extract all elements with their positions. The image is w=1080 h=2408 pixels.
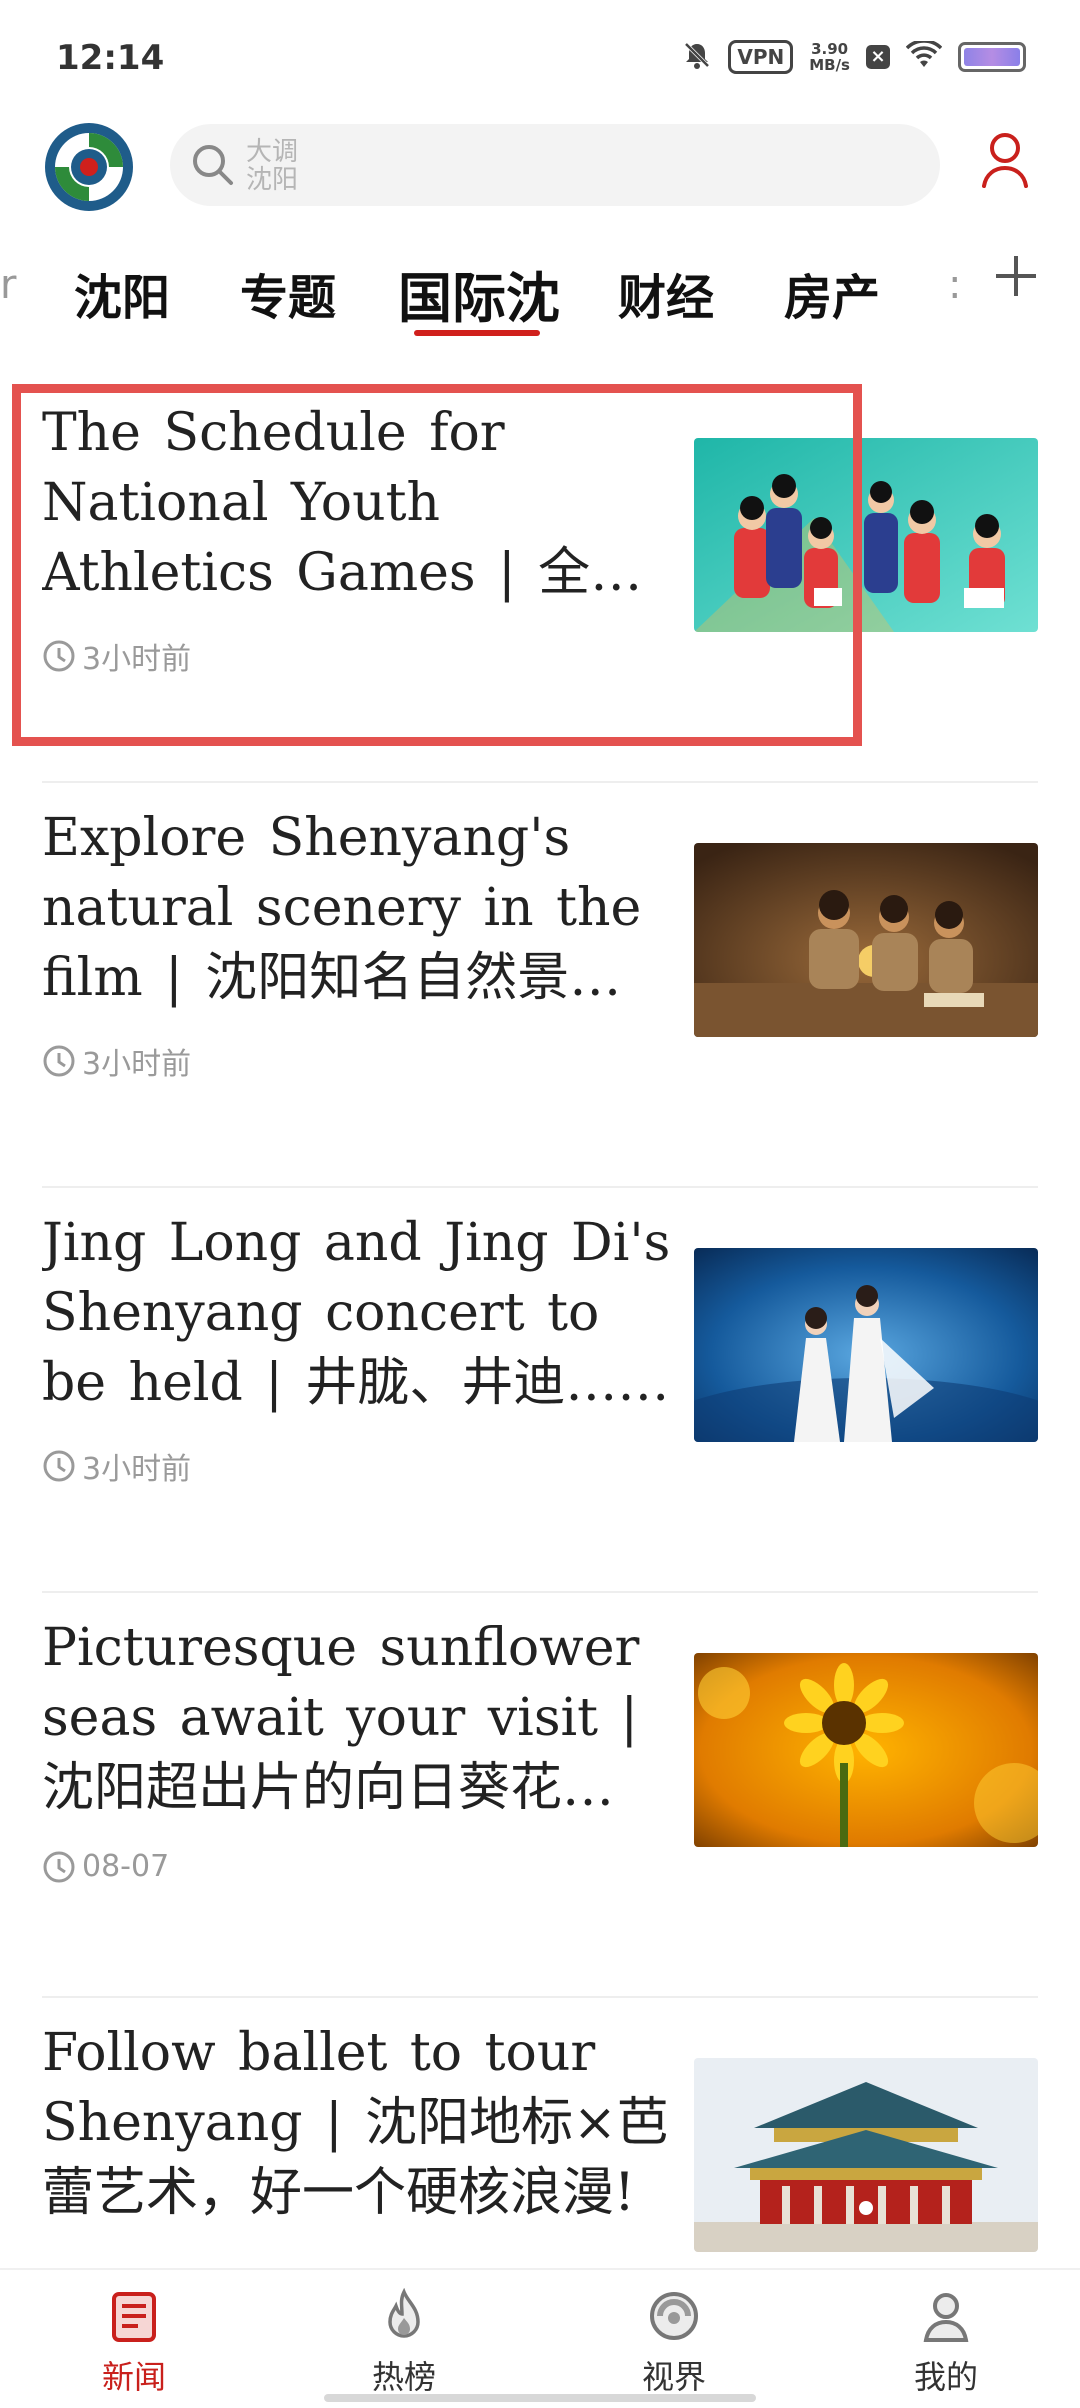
active-tab-indicator (414, 330, 540, 336)
news-item[interactable]: Jing Long and Jing Di's Shenyang concert… (0, 1188, 1080, 1593)
news-icon (112, 2292, 156, 2342)
news-title[interactable]: Explore Shenyang's natural scenery in th… (42, 803, 672, 1013)
nav-vision[interactable]: 视界 (604, 2288, 744, 2398)
bottom-nav: 新闻 热榜 视界 我的 (0, 2268, 1080, 2408)
news-time: 3小时前 (82, 1452, 192, 1487)
nav-label: 热榜 (371, 2358, 436, 2396)
clock-icon (43, 640, 75, 672)
mute-bell-icon (682, 40, 712, 74)
tab-international[interactable]: 国际沈 (398, 254, 560, 333)
status-icons: VPN 3.90 MB/s × (682, 39, 1026, 74)
news-title[interactable]: Follow ballet to tour Shenyang | 沈阳地标×芭蕾… (42, 2018, 672, 2228)
plus-icon[interactable] (990, 250, 1042, 306)
user-icon[interactable] (980, 130, 1030, 194)
nav-label: 我的 (913, 2358, 978, 2396)
nav-profile[interactable]: 我的 (876, 2288, 1016, 2398)
shenyang-logo[interactable] (42, 120, 136, 214)
athletes-photo[interactable] (694, 438, 1038, 632)
status-bar: 12:14 VPN 3.90 MB/s × (0, 0, 1080, 100)
search-icon (190, 142, 236, 192)
nav-label: 视界 (641, 2358, 706, 2396)
notification-x-icon: × (866, 45, 890, 69)
tab-finance[interactable]: 财经 (618, 258, 714, 328)
news-time: 3小时前 (82, 642, 192, 677)
profile-icon (923, 2293, 969, 2342)
flame-icon (388, 2288, 420, 2338)
status-time: 12:14 (56, 38, 165, 78)
home-indicator[interactable] (324, 2394, 756, 2402)
speed-readout: 3.90 MB/s (809, 41, 850, 73)
news-meta: 08-07 (42, 1849, 169, 1884)
clock-icon (43, 1045, 75, 1077)
search-hint-line2: 沈阳 (246, 165, 299, 195)
tab-fragment-right[interactable]: : (948, 262, 961, 308)
tab-fragment-left[interactable]: r (0, 262, 16, 308)
palace-photo[interactable] (694, 2058, 1038, 2252)
news-item[interactable]: The Schedule for National Youth Athletic… (0, 378, 1080, 783)
news-meta: 3小时前 (42, 634, 191, 678)
news-title[interactable]: Jing Long and Jing Di's Shenyang concert… (42, 1208, 672, 1418)
concert-photo[interactable] (694, 1248, 1038, 1442)
clock-icon (43, 1450, 75, 1482)
app-screen: 12:14 VPN 3.90 MB/s × 大调 沈阳 r 沈阳 专题 国际沈 … (0, 0, 1080, 2408)
news-item[interactable]: Picturesque sunflower seas await your vi… (0, 1593, 1080, 1998)
app-header: 大调 沈阳 (0, 110, 1080, 220)
news-title[interactable]: The Schedule for National Youth Athletic… (42, 398, 672, 608)
news-title[interactable]: Picturesque sunflower seas await your vi… (42, 1613, 672, 1823)
news-meta: 3小时前 (42, 1444, 191, 1488)
nav-label: 新闻 (101, 2358, 166, 2396)
search-hint-line1: 大调 (246, 137, 299, 167)
clock-icon (43, 1851, 75, 1882)
search-placeholder: 大调 沈阳 (246, 138, 298, 194)
wifi-icon (905, 39, 943, 73)
vision-icon (650, 2292, 698, 2340)
news-item[interactable]: Explore Shenyang's natural scenery in th… (0, 783, 1080, 1188)
speed-unit: MB/s (809, 56, 850, 74)
tab-real-estate[interactable]: 房产 (784, 258, 880, 328)
nav-news[interactable]: 新闻 (64, 2288, 204, 2398)
news-meta: 3小时前 (42, 1039, 191, 1083)
vpn-icon: VPN (728, 40, 794, 74)
tab-shenyang[interactable]: 沈阳 (74, 258, 170, 328)
search-bar[interactable]: 大调 沈阳 (170, 124, 940, 206)
nav-trending[interactable]: 热榜 (334, 2288, 474, 2398)
tab-topics[interactable]: 专题 (240, 258, 336, 328)
film-scene-photo[interactable] (694, 843, 1038, 1037)
news-time: 3小时前 (82, 1047, 192, 1082)
news-time: 08-07 (82, 1849, 170, 1884)
battery-icon (958, 42, 1026, 72)
sunflower-photo[interactable] (694, 1653, 1038, 1847)
channel-tabs: r 沈阳 专题 国际沈 财经 房产 : (0, 240, 1080, 340)
